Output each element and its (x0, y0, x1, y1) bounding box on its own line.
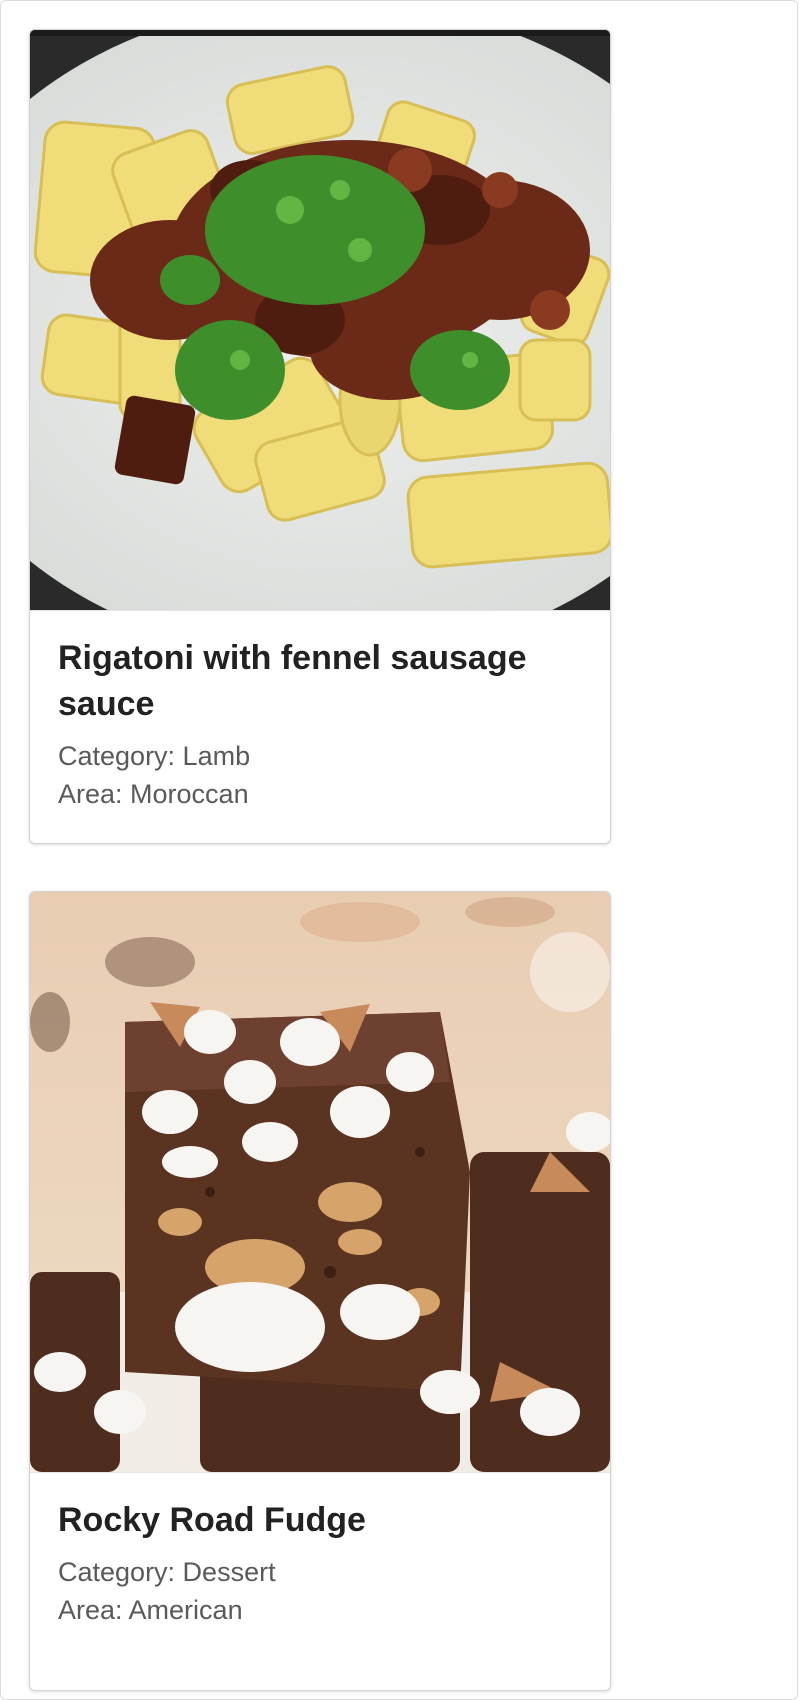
card-content: Rocky Road Fudge Category: Dessert Area:… (30, 1473, 610, 1629)
recipe-title[interactable]: Rocky Road Fudge (58, 1497, 582, 1543)
recipe-area: Area: American (58, 1595, 243, 1625)
recipe-category: Category: Lamb (58, 741, 251, 771)
recipe-title[interactable]: Rigatoni with fennel sausage sauce (58, 635, 582, 727)
recipe-category: Category: Dessert (58, 1557, 276, 1587)
recipe-image-rocky-road[interactable] (30, 892, 610, 1473)
card-content: Rigatoni with fennel sausage sauce Categ… (30, 611, 610, 813)
recipe-image-rigatoni[interactable] (30, 30, 610, 611)
recipe-area: Area: Moroccan (58, 779, 249, 809)
recipe-card-rocky-road[interactable]: Rocky Road Fudge Category: Dessert Area:… (29, 891, 611, 1691)
recipe-card-rigatoni[interactable]: Rigatoni with fennel sausage sauce Categ… (29, 29, 611, 844)
